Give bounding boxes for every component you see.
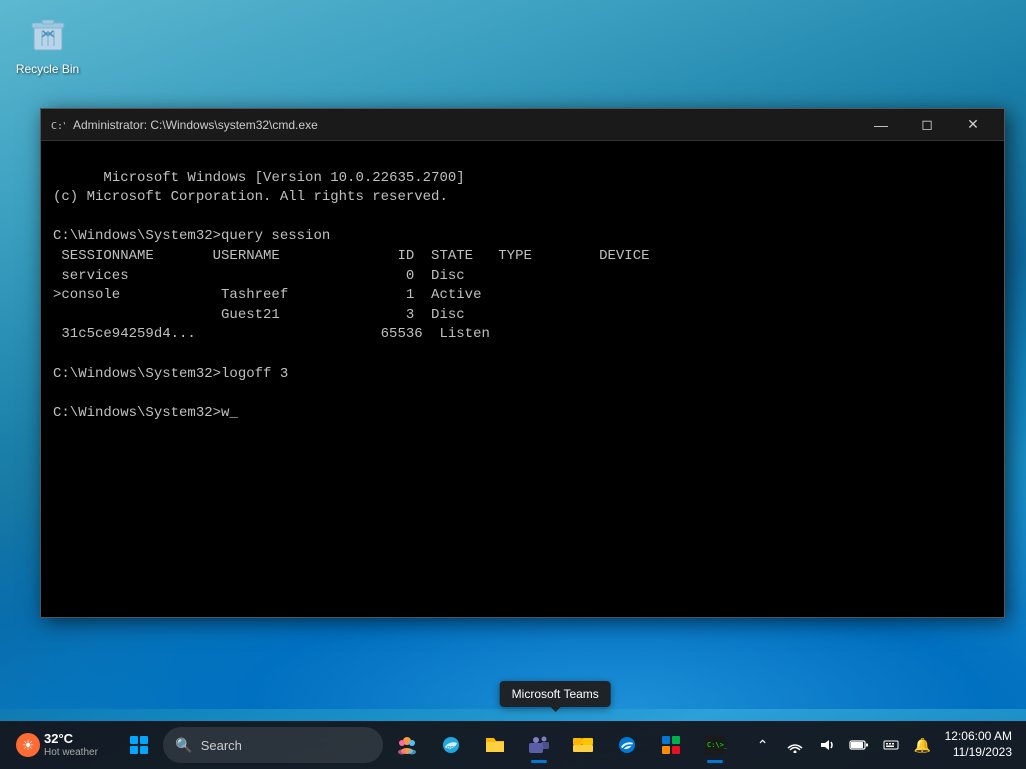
teams-tooltip: Microsoft Teams xyxy=(500,681,611,707)
cmd-window: C:\ Administrator: C:\Windows\system32\c… xyxy=(40,108,1005,618)
taskbar-right: ⌃ xyxy=(749,729,1018,760)
desktop: Recycle Bin C:\ Administrator: C:\Window… xyxy=(0,0,1026,769)
svg-text:C:\>_: C:\>_ xyxy=(707,741,727,749)
taskbar-app-cmd[interactable]: C:\>_ xyxy=(695,725,735,765)
edge-icon xyxy=(615,733,639,757)
edge-pre-icon: PRE xyxy=(439,733,463,757)
cmd-content[interactable]: Microsoft Windows [Version 10.0.22635.27… xyxy=(41,141,1004,617)
search-label: Search xyxy=(201,738,242,753)
cmd-taskbar-icon: C:\>_ xyxy=(703,733,727,757)
weather-temp: 32°C xyxy=(44,731,98,747)
notification-icon[interactable]: 🔔 xyxy=(909,731,937,759)
accounts-icon xyxy=(395,733,419,757)
taskbar-app-teams[interactable] xyxy=(519,725,559,765)
cmd-line-1: Microsoft Windows [Version 10.0.22635.27… xyxy=(53,170,650,421)
window-controls: — ◻ ✕ xyxy=(858,109,996,141)
svg-text:C:\: C:\ xyxy=(51,121,65,132)
taskbar-app-edge[interactable] xyxy=(607,725,647,765)
weather-text: 32°C Hot weather xyxy=(44,731,98,759)
taskbar-app-store[interactable] xyxy=(651,725,691,765)
weather-desc: Hot weather xyxy=(44,747,98,759)
weather-widget[interactable]: ☀ 32°C Hot weather xyxy=(8,727,106,763)
clock-time: 12:06:00 AM xyxy=(945,729,1012,745)
taskbar-left: ☀ 32°C Hot weather xyxy=(8,727,106,763)
taskbar-center: 🔍 Search PRE xyxy=(110,725,745,765)
volume-icon[interactable] xyxy=(813,731,841,759)
files-icon xyxy=(483,733,507,757)
keyboard-icon[interactable] xyxy=(877,731,905,759)
chevron-up-icon[interactable]: ⌃ xyxy=(749,731,777,759)
recycle-bin-graphic xyxy=(24,10,72,58)
close-button[interactable]: ✕ xyxy=(950,109,996,141)
taskbar-app-accounts[interactable] xyxy=(387,725,427,765)
taskbar-app-edge-pre[interactable]: PRE xyxy=(431,725,471,765)
battery-icon[interactable] xyxy=(845,731,873,759)
clock-date: 11/19/2023 xyxy=(953,745,1012,761)
maximize-button[interactable]: ◻ xyxy=(904,109,950,141)
recycle-bin-icon[interactable]: Recycle Bin xyxy=(10,10,85,76)
system-tray: ⌃ xyxy=(749,731,937,759)
minimize-button[interactable]: — xyxy=(858,109,904,141)
store-icon xyxy=(659,733,683,757)
cmd-title: Administrator: C:\Windows\system32\cmd.e… xyxy=(73,118,858,132)
recycle-bin-label: Recycle Bin xyxy=(16,62,79,76)
taskbar-app-files[interactable] xyxy=(475,725,515,765)
recycle-bin-svg xyxy=(26,12,70,56)
cmd-icon: C:\ xyxy=(49,117,65,133)
taskbar-app-explorer[interactable] xyxy=(563,725,603,765)
weather-icon: ☀ xyxy=(16,733,40,757)
teams-tooltip-text: Microsoft Teams xyxy=(512,687,599,701)
search-bar[interactable]: 🔍 Search xyxy=(163,727,383,763)
windows-logo-icon xyxy=(130,736,148,754)
start-button[interactable] xyxy=(119,725,159,765)
explorer-icon xyxy=(571,733,595,757)
taskbar: ☀ 32°C Hot weather 🔍 Search xyxy=(0,721,1026,769)
clock[interactable]: 12:06:00 AM 11/19/2023 xyxy=(939,729,1018,760)
teams-icon xyxy=(527,733,551,757)
svg-text:PRE: PRE xyxy=(447,746,458,752)
search-icon: 🔍 xyxy=(175,737,192,754)
cmd-titlebar: C:\ Administrator: C:\Windows\system32\c… xyxy=(41,109,1004,141)
network-icon[interactable] xyxy=(781,731,809,759)
